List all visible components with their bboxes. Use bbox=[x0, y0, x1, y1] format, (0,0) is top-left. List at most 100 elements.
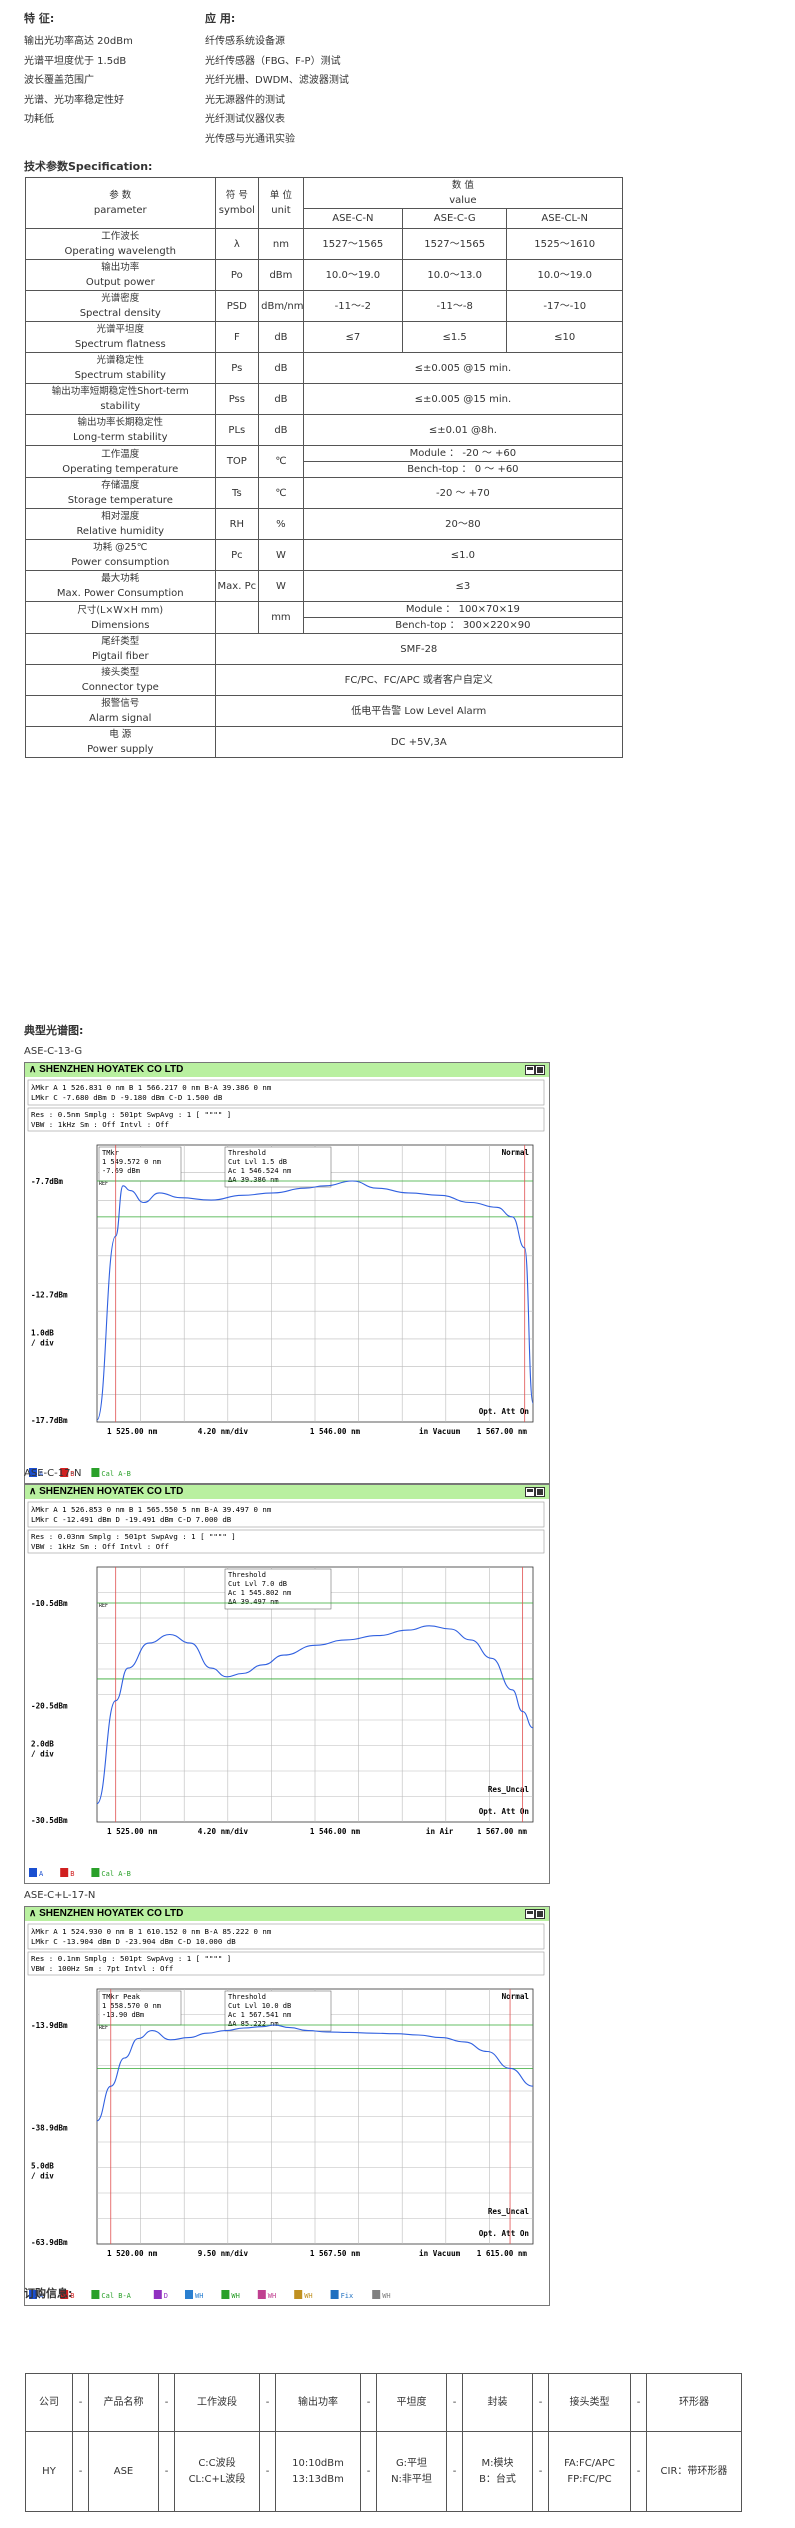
spec-value: 低电平告警 Low Level Alarm bbox=[214, 695, 624, 727]
spec-param-en: Pigtail fiber bbox=[91, 651, 149, 662]
spec-value: ≤±0.005 @15 min. bbox=[302, 352, 624, 384]
axis-footer-label: 1 567.00 nm bbox=[477, 1827, 528, 1836]
ref-level-label: -17.7dBm bbox=[31, 1416, 68, 1425]
trace-legend-swatch bbox=[185, 2290, 193, 2299]
spec-param: 工作温度 Operating temperature bbox=[25, 445, 216, 478]
spec-table: 参 数 parameter 符 号 symbol 单 位 unit 数 值 value ASE-… bbox=[25, 177, 624, 758]
spec-symbol: F bbox=[214, 321, 260, 353]
application-item: 光纤光栅、DWDM、滤波器测试 bbox=[205, 75, 349, 86]
ref-level-label: -38.9dBm bbox=[31, 2124, 68, 2133]
order-code-cell: 10:10dBm 13:13dBm bbox=[275, 2431, 361, 2512]
spec-value: 10.0～19.0 bbox=[506, 259, 623, 291]
header-parameter-cn: 参 数 bbox=[109, 190, 132, 201]
ref-level-label: -13.9dBm bbox=[31, 2021, 68, 2030]
window-controls-icon[interactable] bbox=[525, 1909, 545, 1919]
spec-param: 工作波长 Operating wavelength bbox=[25, 228, 216, 260]
applications-column: 应 用: 纤传感系统设备源 光纤传感器（FBG、F-P）测试 光纤光栅、DWDM、滤… bbox=[205, 10, 349, 149]
setup-readout: Res : 0.1nm Smplg : 501pt SwpAvg : 1 [ "… bbox=[31, 1954, 231, 1963]
spec-param: 输出功率 Output power bbox=[25, 259, 216, 291]
threshold-text: Cut Lvl 7.0 dB bbox=[228, 1580, 287, 1588]
spec-param: 相对湿度 Relative humidity bbox=[25, 508, 216, 540]
trace-legend-label: WH bbox=[382, 2292, 390, 2300]
order-code-cell: - bbox=[72, 2431, 89, 2512]
threshold-text: ΔA 39.497 nm bbox=[228, 1598, 279, 1606]
trace-legend-label: D bbox=[164, 2292, 168, 2300]
application-item: 光纤传感器（FBG、F-P）测试 bbox=[205, 55, 341, 67]
spec-param-cn: 光谱密度 bbox=[101, 293, 140, 304]
order-table: 公司 - 产品名称 - 工作波段 - 输出功率 - 平坦度 - 封装 - 接头类型 - 环形器 HY - ASE -… bbox=[25, 2373, 742, 2512]
spec-value: 10.0～13.0 bbox=[401, 259, 508, 291]
ref-level-label: -12.7dBm bbox=[31, 1291, 68, 1300]
order-code-cell: HY bbox=[25, 2431, 73, 2512]
order-header-cell: 工作波段 bbox=[174, 2373, 260, 2432]
trace-legend-swatch bbox=[91, 1868, 100, 1877]
window-controls-icon[interactable] bbox=[525, 1487, 545, 1497]
axis-footer-label: 1 567.00 nm bbox=[477, 1427, 528, 1436]
spec-unit: % bbox=[258, 508, 304, 540]
marker-readout: LMkr C -12.491 dBm D -19.491 dBm C-D 7.0… bbox=[31, 1515, 232, 1524]
spec-param-en: Dimensions bbox=[91, 619, 150, 631]
collapse-icon: ∧ bbox=[29, 1064, 40, 1075]
company-name: SHENZHEN HOYATEK CO LTD bbox=[39, 1064, 184, 1075]
trace-legend-label: WH bbox=[231, 2292, 239, 2300]
spec-param: 报警信号 Alarm signal bbox=[25, 695, 216, 727]
spec-value: SMF-28 bbox=[214, 633, 624, 665]
spec-unit: dB bbox=[258, 321, 304, 353]
order-code-line: CIR：带环形器 bbox=[660, 2465, 728, 2477]
spectrum-chart: ∧ SHENZHEN HOYATEK CO LTD λMkr A 1 524.93… bbox=[24, 1906, 550, 2306]
spec-param: 尺寸(L×W×H mm) Dimensions bbox=[25, 601, 216, 634]
header-parameter: 参 数 parameter bbox=[25, 177, 216, 229]
setup-readout: Res : 0.03nm Smplg : 501pt SwpAvg : 1 [ … bbox=[31, 1532, 236, 1541]
spec-value: -17～-10 bbox=[506, 290, 623, 322]
axis-footer-label: 4.20 nm/div bbox=[198, 1427, 249, 1436]
axis-footer-label: 1 615.00 nm bbox=[477, 2249, 528, 2258]
spec-value: 20～80 bbox=[302, 508, 624, 540]
threshold-text: Cut Lvl 10.0 dB bbox=[228, 2002, 291, 2010]
threshold-text: Ac 1 546.524 nm bbox=[228, 1167, 291, 1175]
trace-legend-swatch bbox=[372, 2290, 381, 2299]
axis-footer-label: 1 546.00 nm bbox=[310, 1427, 361, 1436]
osa-title-bar: ∧ SHENZHEN HOYATEK CO LTD bbox=[25, 1063, 549, 1077]
marker-box-text: TMkr Peak bbox=[102, 1993, 141, 2001]
spec-param-en: Output power bbox=[85, 277, 155, 288]
trace-legend-label: Cal A-B bbox=[101, 1470, 131, 1478]
trace-legend-swatch bbox=[294, 2290, 303, 2299]
threshold-text: Threshold bbox=[228, 1571, 266, 1579]
feature-item: 波长覆盖范围广 bbox=[24, 75, 94, 86]
trace-legend-label: B bbox=[70, 1870, 74, 1878]
order-header-cell: - bbox=[158, 2373, 175, 2432]
spec-unit: dB bbox=[258, 414, 304, 446]
trace-legend-label: WH bbox=[195, 2292, 203, 2300]
order-code-cell: ASE bbox=[88, 2431, 159, 2512]
axis-footer-label: 1 567.50 nm bbox=[310, 2249, 361, 2258]
company-name: SHENZHEN HOYATEK CO LTD bbox=[39, 1486, 184, 1497]
spec-value: ≤3 bbox=[302, 570, 624, 602]
spectra-title: 典型光谱图: bbox=[24, 1024, 84, 1037]
order-code-line: N:非平坦 bbox=[391, 2473, 432, 2485]
order-code-line: - bbox=[265, 2465, 270, 2477]
order-code-line: ASE bbox=[113, 2465, 134, 2477]
spec-unit: dB bbox=[258, 352, 304, 384]
features-heading: 特 征: bbox=[24, 12, 55, 25]
spec-param-cn: 工作波长 bbox=[101, 231, 140, 242]
marker-readout: LMkr C -7.680 dBm D -9.180 dBm C-D 1.500… bbox=[31, 1093, 223, 1102]
order-code-line: - bbox=[636, 2465, 641, 2477]
spec-unit: dBm/nm bbox=[258, 290, 304, 322]
order-header-cell: - bbox=[532, 2373, 549, 2432]
order-header-cell: 接头类型 bbox=[548, 2373, 631, 2432]
scale-label: 2.0dB bbox=[31, 1740, 54, 1749]
spec-unit: dB bbox=[258, 383, 304, 415]
order-code-line: C:C波段 bbox=[198, 2457, 236, 2469]
order-code-line: - bbox=[164, 2465, 169, 2477]
spec-param: 最大功耗 Max. Power Consumption bbox=[25, 570, 216, 602]
order-code-cell: G:平坦 N:非平坦 bbox=[376, 2431, 447, 2512]
spec-param-en: Spectral density bbox=[79, 308, 161, 319]
spec-param-cn: 电 源 bbox=[109, 729, 132, 740]
header-value-en: value bbox=[449, 195, 477, 206]
header-model: ASE-CL-N bbox=[506, 208, 623, 229]
spec-unit: mm bbox=[258, 601, 304, 634]
window-controls-icon[interactable] bbox=[525, 1065, 545, 1075]
spec-param-en: Power consumption bbox=[71, 557, 170, 568]
spec-param-cn: 报警信号 bbox=[101, 698, 140, 709]
threshold-text: ΔA 39.386 nm bbox=[228, 1176, 279, 1184]
